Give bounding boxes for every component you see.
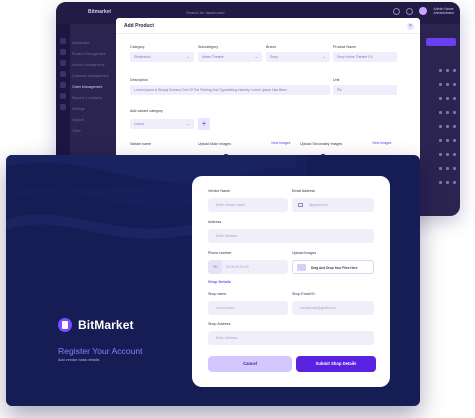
row-actions[interactable]: [424, 166, 456, 172]
chevron-down-icon: ⌄: [322, 54, 326, 59]
submit-shop-details-button[interactable]: Submit Shop Details: [296, 356, 376, 372]
row-actions[interactable]: [424, 82, 456, 88]
mail-icon: [298, 203, 303, 207]
address-input[interactable]: Enter Address: [208, 229, 374, 243]
brand-select[interactable]: Sony ⌄: [266, 52, 330, 62]
app-logo-text: Bitmarket: [88, 9, 112, 15]
shop-details-heading: Shop Details: [208, 280, 231, 284]
row-actions[interactable]: [424, 180, 456, 186]
shop-name-input[interactable]: Lorem place: [208, 301, 288, 315]
vendor-icon[interactable]: [60, 60, 66, 66]
category-label: Category: [130, 45, 145, 49]
brand-logo: BitMarket: [58, 318, 134, 332]
user-menu[interactable]: Admin Name Administrator: [393, 7, 454, 15]
row-actions[interactable]: [424, 138, 456, 144]
order-icon[interactable]: [60, 82, 66, 88]
variant-category-label: Add variant category: [130, 109, 163, 113]
product-name-label: Product Name: [333, 45, 356, 49]
description-label: Description: [130, 78, 148, 82]
category-value: Electronics: [134, 55, 151, 59]
upload-images-label: Upload Images: [292, 251, 317, 255]
row-actions[interactable]: [424, 68, 456, 74]
variant-category-select[interactable]: Colour ⌄: [130, 119, 194, 129]
sidebar-item-other[interactable]: Other: [72, 126, 112, 137]
customer-icon[interactable]: [60, 71, 66, 77]
sidebar-item-dashboard[interactable]: Dashboard: [72, 38, 112, 49]
shop-email-input[interactable]: samplemail@gmail.com: [292, 301, 374, 315]
notification-icon[interactable]: [406, 7, 414, 15]
avatar[interactable]: [419, 7, 428, 15]
main-images-label: Upload Main Images: [198, 142, 231, 146]
email-input[interactable]: @gmail.com: [292, 198, 374, 212]
cancel-button[interactable]: Cancel: [208, 356, 292, 372]
unit-input[interactable]: Pic: [333, 85, 397, 95]
sidebar-item-customer[interactable]: Customer Management: [72, 71, 112, 82]
vendor-name-label: Vendor Name: [208, 189, 230, 193]
close-icon[interactable]: ✕: [407, 23, 414, 30]
vendor-name-input[interactable]: Enter vendor name: [208, 198, 288, 212]
chevron-down-icon: ⌄: [186, 121, 190, 126]
shop-email-label: Shop Email ID: [292, 292, 315, 296]
product-name-input[interactable]: Sony Home Theatre Ch: [333, 52, 397, 62]
subcategory-value: Home Theatre: [202, 55, 224, 59]
unit-label: Unit: [333, 78, 340, 82]
view-images-link[interactable]: View Images: [271, 141, 290, 145]
image-icon: [297, 263, 306, 271]
sidebar-item-reports[interactable]: Reports & Analytics: [72, 93, 112, 104]
settings-nav-icon[interactable]: [60, 104, 66, 110]
dashboard-icon[interactable]: [60, 38, 66, 44]
description-input[interactable]: Lorem Ipsum is Simply Dummy Text Of The …: [130, 85, 330, 95]
shop-name-label: Shop name: [208, 292, 227, 296]
product-icon[interactable]: [60, 49, 66, 55]
modal-title: Add Product: [124, 23, 154, 29]
chevron-down-icon: ⌄: [254, 54, 258, 59]
chevron-down-icon: ⌄: [186, 54, 190, 59]
settings-icon[interactable]: [393, 7, 401, 15]
sidebar-item-support[interactable]: Support: [72, 115, 112, 126]
sidebar-item-vendor[interactable]: Vendor Management: [72, 60, 112, 71]
add-variant-button[interactable]: +: [198, 118, 210, 130]
vendor-registration-window: BitMarket Register Your Account Add vend…: [6, 155, 420, 406]
page-subtitle: Add vendor basic details: [58, 358, 100, 362]
brand-value: Sony: [270, 55, 278, 59]
sidebar-nav: Dashboard Product Management Vendor Mana…: [72, 38, 112, 137]
phone-label: Phone number: [208, 251, 232, 255]
user-name: Admin Name Administrator: [433, 7, 454, 15]
row-actions[interactable]: [424, 152, 456, 158]
category-select[interactable]: Electronics ⌄: [130, 52, 194, 62]
variant-value: Colour: [134, 122, 144, 126]
address-label: Address: [208, 220, 222, 224]
variant-name-label: Variant name: [130, 142, 152, 146]
country-code-select[interactable]: +91: [208, 260, 222, 274]
sidebar-item-settings[interactable]: Settings: [72, 104, 112, 115]
table-actions-column: [420, 24, 460, 216]
sidebar-item-product[interactable]: Product Management: [72, 49, 112, 60]
row-actions[interactable]: [424, 110, 456, 116]
shopping-bag-icon: [58, 318, 72, 332]
registration-form-card: Vendor Name Enter vendor name Email Addr…: [192, 176, 390, 387]
shop-address-label: Shop Address: [208, 322, 231, 326]
brand-name: BitMarket: [78, 318, 134, 332]
brand-label: Brand: [266, 45, 276, 49]
user-role-text: Administrator: [433, 11, 454, 15]
divider: [116, 33, 420, 34]
search-input[interactable]: Search for dashboard: [186, 10, 224, 15]
secondary-images-label: Upload Secondary Images: [300, 142, 343, 146]
subcategory-select[interactable]: Home Theatre ⌄: [198, 52, 262, 62]
subcategory-label: Subcategory: [198, 45, 219, 49]
sidebar-item-order[interactable]: Order Management: [72, 82, 112, 93]
email-label: Email Address: [292, 189, 315, 193]
row-actions[interactable]: [424, 124, 456, 130]
row-actions[interactable]: [424, 96, 456, 102]
shop-address-input[interactable]: Enter Address: [208, 331, 374, 345]
view-images-link[interactable]: View Images: [372, 141, 391, 145]
page-title: Register Your Account: [58, 346, 143, 356]
add-product-button[interactable]: [426, 38, 456, 46]
reports-icon[interactable]: [60, 93, 66, 99]
